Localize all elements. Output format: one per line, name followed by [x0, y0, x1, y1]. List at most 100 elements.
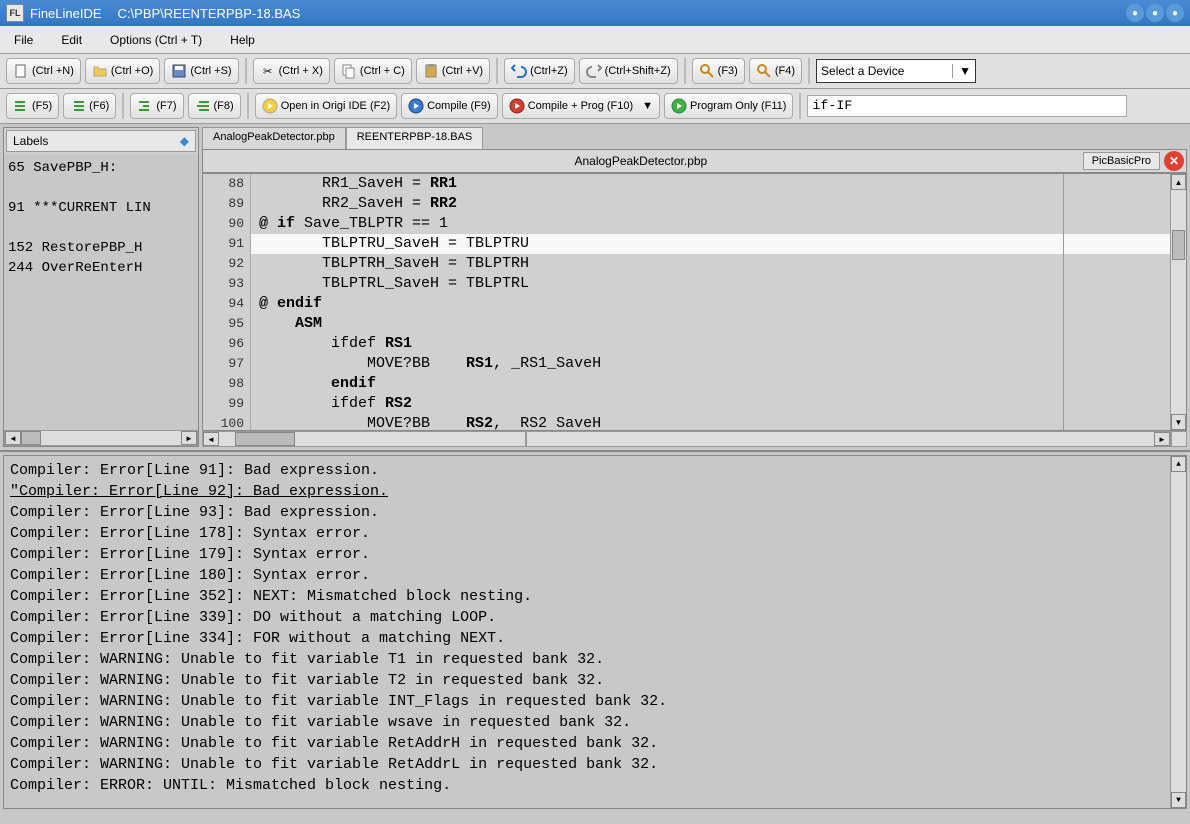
- sidebar-title: Labels: [13, 134, 48, 148]
- scroll-thumb[interactable]: [21, 431, 41, 445]
- code-line[interactable]: ifdef RS2: [251, 394, 1170, 414]
- compile-prog-button[interactable]: Compile + Prog (F10)▼: [502, 93, 660, 119]
- scroll-left-icon[interactable]: ◄: [5, 431, 21, 445]
- device-select-label: Select a Device: [821, 64, 904, 78]
- label-item[interactable]: 65 SavePBP_H:: [8, 158, 194, 178]
- title-bar: FL FineLineIDE C:\PBP\REENTERPBP-18.BAS …: [0, 0, 1190, 26]
- scroll-right-icon[interactable]: ►: [181, 431, 197, 445]
- search-next-icon: [756, 63, 772, 79]
- close-tab-icon[interactable]: ✕: [1164, 151, 1184, 171]
- label-item[interactable]: [8, 218, 194, 238]
- separator: [245, 58, 247, 84]
- play-green-icon: [671, 98, 687, 114]
- redo-button[interactable]: (Ctrl+Shift+Z): [579, 58, 678, 84]
- label-item[interactable]: 244 OverReEnterH: [8, 258, 194, 278]
- output-line: "Compiler: Error[Line 92]: Bad expressio…: [10, 481, 1180, 502]
- code-line[interactable]: TBLPTRH_SaveH = TBLPTRH: [251, 254, 1170, 274]
- search-icon: [699, 63, 715, 79]
- cut-button[interactable]: ✂(Ctrl + X): [253, 58, 330, 84]
- copy-button[interactable]: (Ctrl + C): [334, 58, 412, 84]
- output-line: Compiler: WARNING: Unable to fit variabl…: [10, 670, 1180, 691]
- paste-button[interactable]: (Ctrl +V): [416, 58, 490, 84]
- code-line[interactable]: endif: [251, 374, 1170, 394]
- code-line[interactable]: RR2_SaveH = RR2: [251, 194, 1170, 214]
- tab-analog[interactable]: AnalogPeakDetector.pbp: [202, 127, 346, 149]
- undo-button[interactable]: (Ctrl+Z): [504, 58, 575, 84]
- labels-list[interactable]: 65 SavePBP_H: 91 ***CURRENT LIN 152 Rest…: [4, 154, 198, 430]
- scroll-down-icon[interactable]: ▼: [1171, 414, 1186, 430]
- find-button[interactable]: (F3): [692, 58, 745, 84]
- menu-file[interactable]: File: [8, 29, 39, 51]
- device-select[interactable]: Select a Device ▼: [816, 59, 976, 83]
- output-line: Compiler: Error[Line 178]: Syntax error.: [10, 523, 1180, 544]
- editor-file-name: AnalogPeakDetector.pbp: [203, 154, 1079, 168]
- code-line[interactable]: MOVE?BB RS2, RS2 SaveH: [251, 414, 1170, 430]
- output-line: Compiler: Error[Line 179]: Syntax error.: [10, 544, 1180, 565]
- menu-help[interactable]: Help: [224, 29, 261, 51]
- code-line[interactable]: TBLPTRL_SaveH = TBLPTRL: [251, 274, 1170, 294]
- editor-hscroll2[interactable]: ►: [526, 431, 1171, 447]
- new-button[interactable]: (Ctrl +N): [6, 58, 81, 84]
- sidebar-header[interactable]: Labels ◆: [6, 130, 196, 152]
- code-line[interactable]: RR1_SaveH = RR1: [251, 174, 1170, 194]
- outdent-button-f8[interactable]: (F8): [188, 93, 241, 119]
- separator: [799, 93, 801, 119]
- find-next-button[interactable]: (F4): [749, 58, 802, 84]
- editor-hscroll[interactable]: ◄: [202, 431, 526, 447]
- snippet-input[interactable]: [807, 95, 1127, 117]
- comment-button-f5[interactable]: (F5): [6, 93, 59, 119]
- indent-button-f7[interactable]: (F7): [130, 93, 183, 119]
- scroll-left-icon[interactable]: ◄: [203, 432, 219, 446]
- output-line: Compiler: Error[Line 93]: Bad expression…: [10, 502, 1180, 523]
- scroll-up-icon[interactable]: ▲: [1171, 174, 1186, 190]
- menu-options[interactable]: Options (Ctrl + T): [104, 29, 208, 51]
- close-window-icon[interactable]: ●: [1166, 4, 1184, 22]
- output-line: Compiler: WARNING: Unable to fit variabl…: [10, 733, 1180, 754]
- copy-icon: [341, 63, 357, 79]
- separator: [808, 58, 810, 84]
- maximize-icon[interactable]: ●: [1146, 4, 1164, 22]
- indent-icon: [13, 98, 29, 114]
- editor-vscroll[interactable]: ▲ ▼: [1170, 174, 1186, 430]
- new-file-icon: [13, 63, 29, 79]
- chevron-down-icon: ▼: [952, 64, 971, 78]
- sidebar-hscroll[interactable]: ◄ ►: [4, 430, 198, 446]
- scroll-thumb[interactable]: [1172, 230, 1185, 260]
- tab-reenter[interactable]: REENTERPBP-18.BAS: [346, 127, 484, 149]
- scroll-thumb[interactable]: [235, 432, 295, 446]
- program-only-button[interactable]: Program Only (F11): [664, 93, 793, 119]
- editor-area: AnalogPeakDetector.pbp REENTERPBP-18.BAS…: [202, 127, 1187, 447]
- minimize-icon[interactable]: ●: [1126, 4, 1144, 22]
- label-item[interactable]: [8, 178, 194, 198]
- open-ide-button[interactable]: Open in Origi IDE (F2): [255, 93, 397, 119]
- label-item[interactable]: 152 RestorePBP_H: [8, 238, 194, 258]
- code-line[interactable]: TBLPTRU_SaveH = TBLPTRU: [251, 234, 1170, 254]
- output-vscroll[interactable]: ▲ ▼: [1170, 456, 1186, 808]
- open-button[interactable]: (Ctrl +O): [85, 58, 160, 84]
- label-item[interactable]: 91 ***CURRENT LIN: [8, 198, 194, 218]
- save-button[interactable]: (Ctrl +S): [164, 58, 238, 84]
- play-red-icon: [509, 98, 525, 114]
- code-line[interactable]: @ endif: [251, 294, 1170, 314]
- scroll-right-icon[interactable]: ►: [1154, 432, 1170, 446]
- code-line[interactable]: ASM: [251, 314, 1170, 334]
- code-line[interactable]: ifdef RS1: [251, 334, 1170, 354]
- scroll-down-icon[interactable]: ▼: [1171, 792, 1186, 808]
- output-line: Compiler: Error[Line 334]: FOR without a…: [10, 628, 1180, 649]
- compile-button[interactable]: Compile (F9): [401, 93, 498, 119]
- menu-edit[interactable]: Edit: [55, 29, 88, 51]
- scroll-up-icon[interactable]: ▲: [1171, 456, 1186, 472]
- code-line[interactable]: MOVE?BB RS1, _RS1_SaveH: [251, 354, 1170, 374]
- output-panel[interactable]: Compiler: Error[Line 91]: Bad expression…: [3, 455, 1187, 809]
- separator: [122, 93, 124, 119]
- output-line: Compiler: Error[Line 352]: NEXT: Mismatc…: [10, 586, 1180, 607]
- code-line[interactable]: @ if Save_TBLPTR == 1: [251, 214, 1170, 234]
- chevron-down-icon[interactable]: ▼: [642, 100, 653, 112]
- code-editor[interactable]: 888990919293949596979899100 RR1_SaveH = …: [202, 173, 1187, 431]
- uncomment-button-f6[interactable]: (F6): [63, 93, 116, 119]
- output-line: Compiler: Error[Line 91]: Bad expression…: [10, 460, 1180, 481]
- code-content[interactable]: RR1_SaveH = RR1 RR2_SaveH = RR2@ if Save…: [251, 174, 1170, 430]
- separator: [247, 93, 249, 119]
- output-line: Compiler: ERROR: UNTIL: Mismatched block…: [10, 775, 1180, 796]
- app-logo-icon: FL: [6, 4, 24, 22]
